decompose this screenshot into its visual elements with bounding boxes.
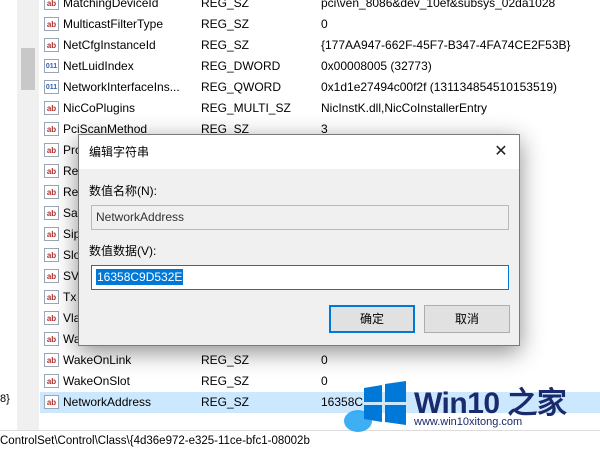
string-value-icon: ab bbox=[44, 353, 59, 367]
tree-pane: 8} bbox=[0, 0, 18, 430]
string-value-icon: ab bbox=[44, 0, 59, 10]
value-type: REG_SZ bbox=[201, 17, 250, 31]
value-data-label: 数值数据(V): bbox=[89, 244, 157, 258]
value-type: REG_SZ bbox=[201, 374, 250, 388]
ok-button[interactable]: 确定 bbox=[329, 305, 415, 333]
scrollbar-thumb[interactable] bbox=[21, 48, 35, 90]
registry-value-row[interactable]: ab MulticastFilterType REG_SZ 0 bbox=[40, 14, 600, 35]
registry-value-row[interactable]: 011 NetworkInterfaceIns... REG_QWORD 0x1d1e… bbox=[40, 77, 600, 98]
watermark-url: www.win10xitong.com bbox=[414, 416, 523, 428]
value-data: 0x1d1e27494c00f2f (131134854510153519) bbox=[321, 80, 557, 94]
value-name: MatchingDeviceId bbox=[63, 0, 159, 10]
string-value-icon: ab bbox=[44, 185, 59, 199]
string-value-icon: ab bbox=[44, 332, 59, 346]
string-value-icon: ab bbox=[44, 206, 59, 220]
registry-path: ControlSet\Control\Class\{4d36e972-e325-… bbox=[0, 435, 310, 447]
value-data: pci\ven_8086&dev_10ef&subsys_02da1028 bbox=[321, 0, 556, 10]
value-data-input[interactable]: 16358C9D532E bbox=[91, 265, 509, 290]
string-value-icon: ab bbox=[44, 143, 59, 157]
string-value-icon: ab bbox=[44, 101, 59, 115]
value-name: MulticastFilterType bbox=[63, 17, 164, 31]
value-type: REG_SZ bbox=[201, 353, 250, 367]
registry-value-row[interactable]: ab NetCfgInstanceId REG_SZ {177AA947-662F-4… bbox=[40, 35, 600, 56]
value-type: REG_SZ bbox=[201, 38, 250, 52]
binary-value-icon: 011 bbox=[44, 59, 59, 73]
value-name: NetworkAddress bbox=[63, 395, 152, 409]
value-type: REG_DWORD bbox=[201, 59, 281, 73]
value-data: 0 bbox=[321, 353, 328, 367]
string-value-icon: ab bbox=[44, 227, 59, 241]
value-name: NetworkInterfaceIns... bbox=[63, 80, 180, 94]
value-type: REG_QWORD bbox=[201, 80, 282, 94]
string-value-icon: ab bbox=[44, 17, 59, 31]
string-value-icon: ab bbox=[44, 164, 59, 178]
edit-string-dialog: 编辑字符串 ✕ 数值名称(N): NetworkAddress 数值数据(V):… bbox=[78, 134, 520, 346]
binary-value-icon: 011 bbox=[44, 80, 59, 94]
value-name: NetCfgInstanceId bbox=[63, 38, 156, 52]
value-name: WakeOnLink bbox=[63, 353, 132, 367]
string-value-icon: ab bbox=[44, 311, 59, 325]
registry-value-row[interactable]: 011 NetLuidIndex REG_DWORD 0x00008005 (3277… bbox=[40, 56, 600, 77]
string-value-icon: ab bbox=[44, 269, 59, 283]
value-type: REG_MULTI_SZ bbox=[201, 101, 291, 115]
value-data: {177AA947-662F-45F7-B347-4FA74CE2F53B} bbox=[321, 38, 571, 52]
string-value-icon: ab bbox=[44, 290, 59, 304]
value-type: REG_SZ bbox=[201, 0, 250, 10]
string-value-icon: ab bbox=[44, 395, 59, 409]
registry-value-row[interactable]: ab MatchingDeviceId REG_SZ pci\ven_8086&dev… bbox=[40, 0, 600, 14]
string-value-icon: ab bbox=[44, 38, 59, 52]
value-type: REG_SZ bbox=[201, 395, 250, 409]
value-name: NicCoPlugins bbox=[63, 101, 136, 115]
windows-logo-icon bbox=[364, 381, 406, 425]
dialog-titlebar: 编辑字符串 ✕ bbox=[79, 135, 519, 169]
value-data: 0 bbox=[321, 17, 328, 31]
registry-value-row[interactable]: ab NicCoPlugins REG_MULTI_SZ NicInstK.dll,N… bbox=[40, 98, 600, 119]
cancel-button[interactable]: 取消 bbox=[424, 305, 510, 333]
value-name: WakeOnSlot bbox=[63, 374, 130, 388]
value-data: NicInstK.dll,NicCoInstallerEntry bbox=[321, 101, 488, 115]
dialog-title: 编辑字符串 bbox=[89, 145, 150, 159]
string-value-icon: ab bbox=[44, 122, 59, 136]
value-data: 0x00008005 (32773) bbox=[321, 59, 432, 73]
selected-text: 16358C9D532E bbox=[96, 269, 184, 285]
string-value-icon: ab bbox=[44, 374, 59, 388]
value-name: NetLuidIndex bbox=[63, 59, 134, 73]
registry-value-row[interactable]: ab WakeOnLink REG_SZ 0 bbox=[40, 350, 600, 371]
value-name-field: NetworkAddress bbox=[91, 205, 509, 230]
value-name-label: 数值名称(N): bbox=[89, 184, 157, 198]
tree-node-text[interactable]: 8} bbox=[0, 393, 16, 405]
watermark: Win10 之家 www.win10xitong.com bbox=[362, 376, 600, 434]
close-icon[interactable]: ✕ bbox=[493, 144, 509, 160]
string-value-icon: ab bbox=[44, 248, 59, 262]
